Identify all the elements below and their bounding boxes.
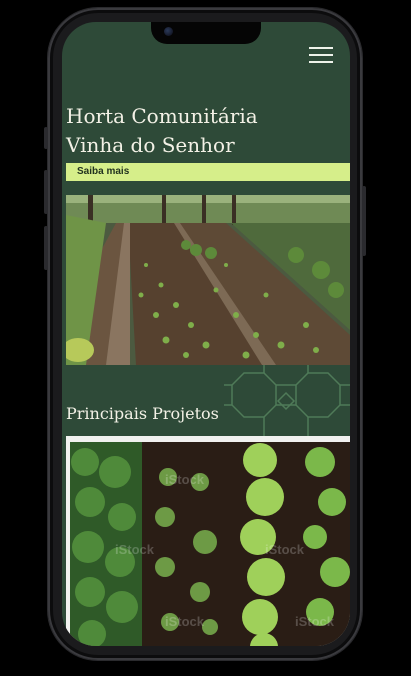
page-title-line2: Vinha do Senhor <box>66 133 235 157</box>
phone-power-button <box>362 186 366 256</box>
garden-photo <box>66 195 350 365</box>
watermark: iStock <box>165 472 205 487</box>
phone-notch <box>151 22 261 44</box>
hamburger-menu-icon[interactable] <box>309 46 335 64</box>
project-card[interactable]: iStock iStock iStock iStock iStock <box>66 436 350 646</box>
projects-section-title: Principais Projetos <box>66 404 219 423</box>
phone-volume-up-button <box>44 170 48 214</box>
phone-volume-down-button <box>44 226 48 270</box>
geometric-pattern-illustration <box>224 365 350 437</box>
decorative-pattern <box>224 365 350 437</box>
watermark: iStock <box>115 542 155 557</box>
watermark: iStock <box>295 614 335 629</box>
lettuce-beds-photo: iStock iStock iStock iStock iStock <box>70 442 350 646</box>
front-camera <box>164 27 173 36</box>
phone-side-button <box>44 127 48 149</box>
watermark: iStock <box>165 614 205 629</box>
garden-photo-illustration <box>66 195 350 365</box>
phone-screen: Horta Comunitária Vinha do Senhor Saiba … <box>62 22 350 646</box>
page-title-line1: Horta Comunitária <box>66 104 258 128</box>
watermark: iStock <box>265 542 305 557</box>
page-title: Horta Comunitária Vinha do Senhor <box>66 102 346 160</box>
saiba-mais-button[interactable]: Saiba mais <box>66 163 350 181</box>
